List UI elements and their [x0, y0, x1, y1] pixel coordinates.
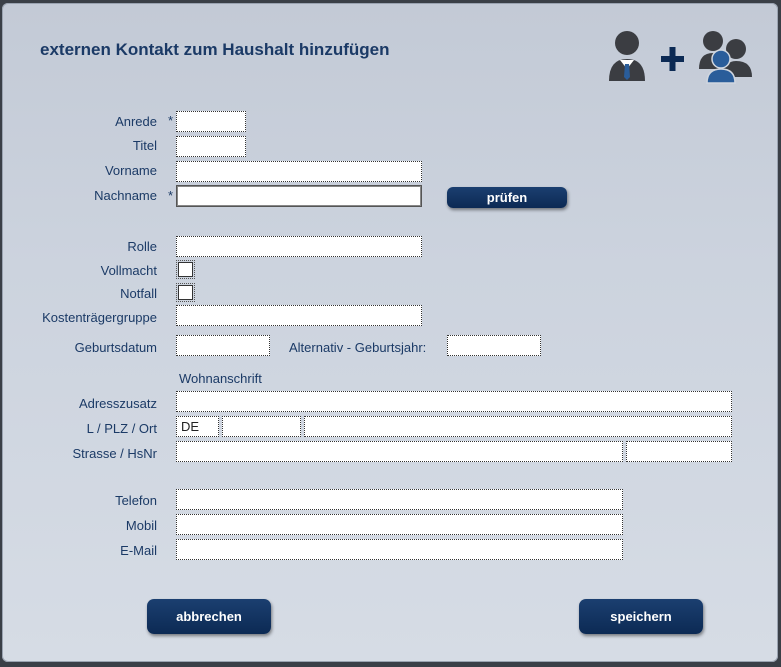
- geburtsdatum-field[interactable]: [176, 335, 270, 356]
- label-email: E-Mail: [120, 543, 157, 558]
- label-rolle: Rolle: [127, 239, 157, 254]
- label-nachname: Nachname: [94, 188, 157, 203]
- label-notfall: Notfall: [120, 286, 157, 301]
- dialog: externen Kontakt zum Haushalt hinzufügen: [2, 3, 778, 662]
- plus-icon: [661, 47, 684, 71]
- section-heading-wohnanschrift: Wohnanschrift: [179, 371, 262, 386]
- abbrechen-button[interactable]: abbrechen: [147, 599, 271, 634]
- header-icons: [606, 29, 756, 89]
- label-titel: Titel: [132, 138, 157, 153]
- label-lplzort: L / PLZ / Ort: [86, 421, 157, 436]
- label-vorname: Vorname: [104, 163, 157, 178]
- required-marker: *: [168, 113, 174, 128]
- geburtsjahr-field[interactable]: [447, 335, 541, 356]
- label-kostentraegergruppe: Kostenträgergruppe: [42, 310, 157, 325]
- required-marker: *: [168, 188, 174, 203]
- notfall-checkbox[interactable]: [176, 283, 195, 302]
- kostentraegergruppe-field[interactable]: [176, 305, 422, 326]
- nachname-field[interactable]: [176, 185, 422, 207]
- label-alt-geburtsjahr: Alternativ - Geburtsjahr:: [289, 340, 427, 355]
- label-vollmacht: Vollmacht: [100, 263, 157, 278]
- group-icon: [699, 31, 752, 84]
- label-telefon: Telefon: [115, 493, 157, 508]
- vollmacht-checkbox[interactable]: [176, 260, 195, 279]
- email-field[interactable]: [176, 539, 623, 560]
- label-strasse: Strasse / HsNr: [72, 446, 157, 461]
- anrede-field[interactable]: [176, 111, 246, 132]
- ort-field[interactable]: [304, 416, 732, 437]
- land-field[interactable]: DE: [176, 416, 219, 437]
- dialog-title: externen Kontakt zum Haushalt hinzufügen: [40, 40, 390, 59]
- person-icon: [609, 31, 645, 81]
- pruefen-button[interactable]: prüfen: [447, 187, 567, 208]
- vorname-field[interactable]: [176, 161, 422, 182]
- mobil-field[interactable]: [176, 514, 623, 535]
- strasse-field[interactable]: [176, 441, 623, 462]
- label-anrede: Anrede: [115, 114, 157, 129]
- titel-field[interactable]: [176, 136, 246, 157]
- label-adresszusatz: Adresszusatz: [78, 396, 157, 411]
- hsnr-field[interactable]: [626, 441, 732, 462]
- speichern-button[interactable]: speichern: [579, 599, 703, 634]
- telefon-field[interactable]: [176, 489, 623, 510]
- label-mobil: Mobil: [125, 518, 157, 533]
- plz-field[interactable]: [222, 416, 301, 437]
- label-geburtsdatum: Geburtsdatum: [74, 340, 157, 355]
- adresszusatz-field[interactable]: [176, 391, 732, 412]
- rolle-field[interactable]: [176, 236, 422, 257]
